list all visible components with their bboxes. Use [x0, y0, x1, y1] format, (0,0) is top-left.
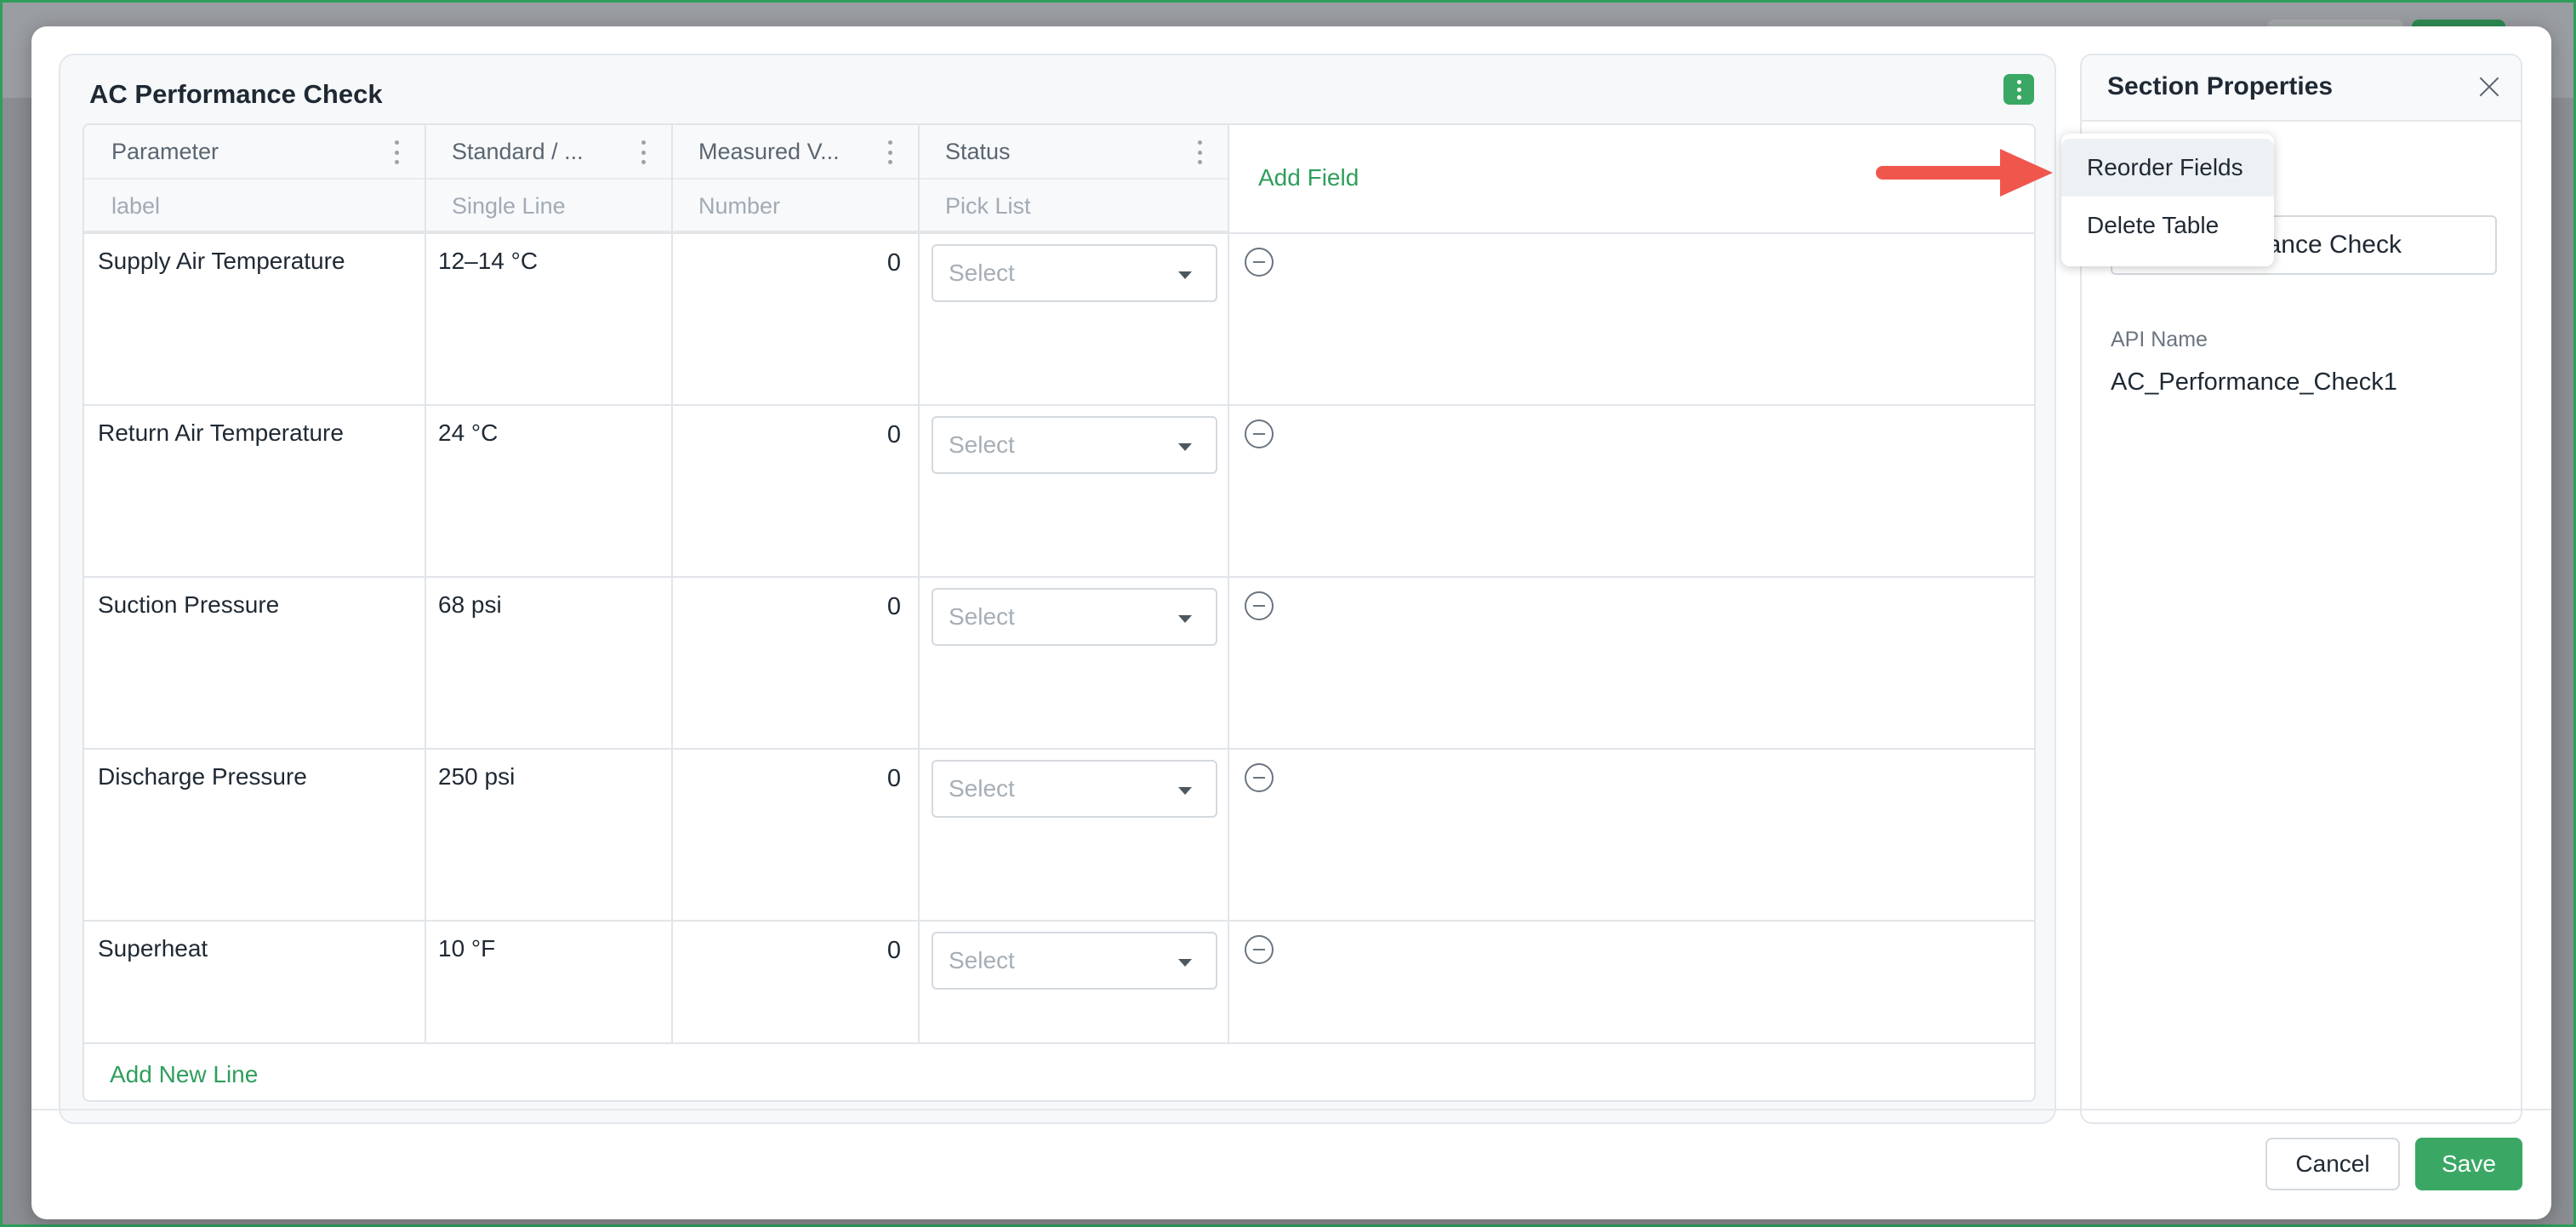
cell-measured[interactable]: 0 [816, 593, 901, 621]
chevron-down-icon [1178, 959, 1192, 967]
subform-table: Parameter label Standard / ... Single Li… [83, 123, 2036, 1102]
cancel-button[interactable]: Cancel [2265, 1138, 2400, 1190]
status-select[interactable]: Select [932, 416, 1217, 474]
remove-row-icon[interactable] [1245, 935, 1274, 964]
api-name-value: AC_Performance_Check1 [2111, 368, 2397, 396]
cell-standard[interactable]: 250 psi [438, 763, 515, 790]
cell-standard[interactable]: 68 psi [438, 591, 502, 619]
column-type-measured: Number [698, 193, 781, 219]
remove-row-icon[interactable] [1245, 763, 1274, 792]
cell-standard[interactable]: 10 °F [438, 935, 495, 962]
column-type-status: Pick List [945, 193, 1031, 219]
close-icon[interactable] [2478, 76, 2500, 98]
column-menu-icon[interactable] [392, 140, 401, 164]
column-menu-icon[interactable] [886, 140, 894, 164]
column-menu-icon[interactable] [639, 140, 647, 164]
column-menu-icon[interactable] [1195, 140, 1204, 164]
column-header-status[interactable]: Status [945, 139, 1011, 165]
cell-measured[interactable]: 0 [816, 249, 901, 277]
menu-item-delete-table[interactable]: Delete Table [2061, 197, 2274, 254]
remove-row-icon[interactable] [1245, 591, 1274, 620]
column-divider [671, 125, 673, 1044]
cell-parameter: Superheat [98, 935, 208, 962]
chevron-down-icon [1178, 615, 1192, 623]
footer-divider [31, 1109, 2551, 1110]
row-divider [84, 1042, 2034, 1044]
row-divider [84, 404, 2034, 406]
properties-title: Section Properties [2107, 72, 2334, 100]
column-divider [1228, 125, 1229, 1044]
row-divider [84, 232, 2034, 234]
status-select[interactable]: Select [932, 588, 1217, 646]
column-header-standard[interactable]: Standard / ... [452, 139, 584, 165]
chevron-down-icon [1178, 787, 1192, 795]
api-name-caption: API Name [2111, 328, 2208, 351]
cell-standard[interactable]: 24 °C [438, 419, 498, 447]
add-new-line-link[interactable]: Add New Line [110, 1061, 258, 1088]
column-type-standard: Single Line [452, 193, 566, 219]
menu-item-reorder-fields[interactable]: Reorder Fields [2061, 139, 2274, 197]
status-select[interactable]: Select [932, 932, 1217, 990]
column-divider [918, 125, 920, 1044]
header-divider [84, 178, 1228, 180]
annotation-arrow-head [2000, 149, 2053, 197]
chevron-down-icon [1178, 271, 1192, 279]
column-header-parameter[interactable]: Parameter [111, 139, 219, 165]
column-type-parameter: label [111, 193, 161, 219]
cell-measured[interactable]: 0 [816, 421, 901, 449]
column-divider [425, 125, 426, 1044]
row-divider [84, 920, 2034, 922]
cell-parameter: Supply Air Temperature [98, 248, 345, 274]
section-menu: Reorder Fields Delete Table [2061, 134, 2274, 266]
column-header-measured[interactable]: Measured V... [698, 139, 840, 165]
cell-standard[interactable]: 12–14 °C [438, 248, 538, 275]
remove-row-icon[interactable] [1245, 248, 1274, 277]
remove-row-icon[interactable] [1245, 419, 1274, 448]
status-select[interactable]: Select [932, 760, 1217, 818]
cell-parameter: Suction Pressure [98, 591, 280, 618]
section-title: AC Performance Check [89, 79, 383, 109]
annotation-arrow [1876, 166, 2012, 180]
status-select[interactable]: Select [932, 244, 1217, 302]
edit-section-modal: AC Performance Check Parameter label Sta… [31, 26, 2551, 1219]
save-button[interactable]: Save [2415, 1138, 2522, 1190]
add-field-link[interactable]: Add Field [1258, 164, 1359, 191]
row-divider [84, 576, 2034, 578]
chevron-down-icon [1178, 443, 1192, 451]
cell-parameter: Return Air Temperature [98, 419, 344, 446]
cell-measured[interactable]: 0 [816, 937, 901, 965]
section-more-icon[interactable] [2003, 74, 2034, 105]
row-divider [84, 748, 2034, 750]
cell-parameter: Discharge Pressure [98, 763, 307, 790]
cell-measured[interactable]: 0 [816, 765, 901, 793]
